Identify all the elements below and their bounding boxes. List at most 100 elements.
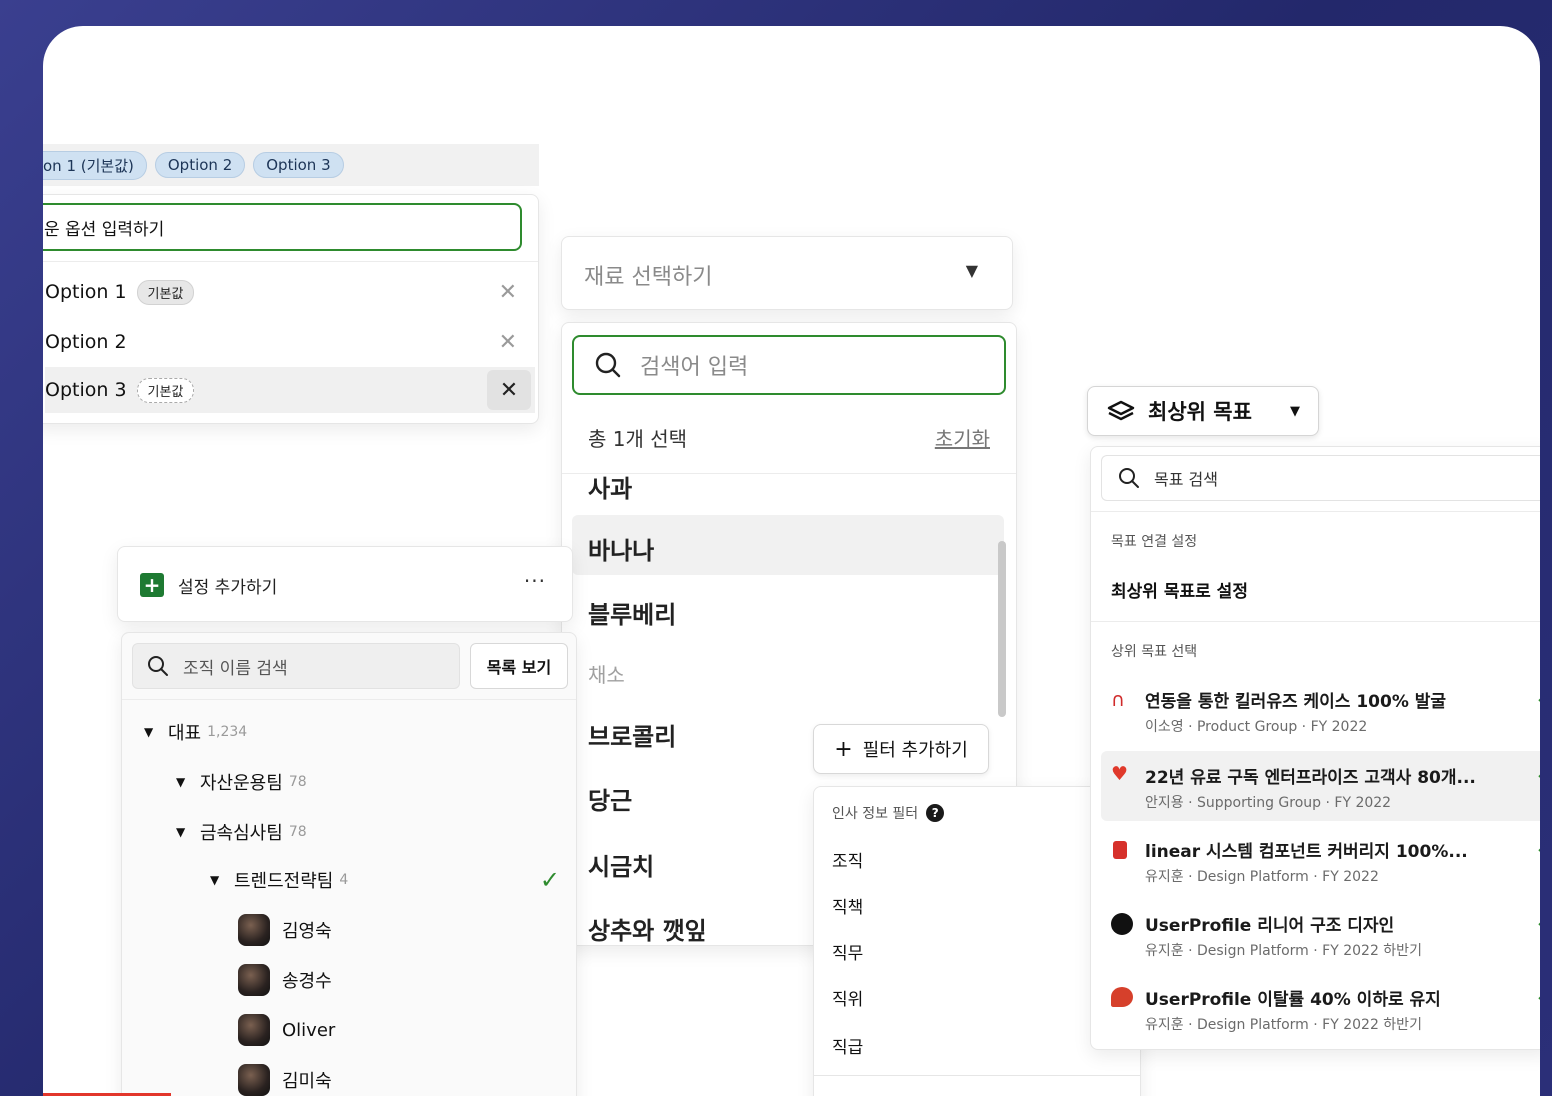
goal-subtitle: 유지훈 · Design Platform · FY 2022 하반기 — [1145, 943, 1422, 959]
tree-node-count: 78 — [288, 774, 307, 790]
default-tag-placeholder[interactable]: 기본값 — [136, 377, 195, 403]
goal-title: UserProfile 리니어 구조 디자인 — [1145, 916, 1395, 936]
tree-node-name: 대표 — [168, 723, 202, 744]
goal-title: 연동을 통한 킬러유즈 케이스 100% 발굴 — [1145, 692, 1447, 712]
filter-section-title: 인사 정보 필터 — [832, 806, 919, 822]
filter-item[interactable]: 직책 — [832, 893, 863, 918]
remove-option-icon[interactable]: ✕ — [499, 330, 517, 355]
goal-item[interactable]: ∩ 연동을 통한 킬러유즈 케이스 100% 발굴 이소영 · Product … — [1101, 677, 1540, 743]
avatar — [238, 1064, 270, 1096]
ingredient-select[interactable]: 재료 선택하기 ▼ — [561, 236, 1013, 310]
option-editor-panel: 운 옵션 입력하기 Option 1 기본값 ✕ Option 2 ✕ Opti… — [43, 194, 539, 424]
more-icon[interactable]: ··· — [524, 569, 546, 593]
goal-search-input[interactable]: 목표 검색 — [1101, 455, 1540, 501]
ingredient-item[interactable]: 상추와 깻잎 — [588, 911, 707, 945]
member-row[interactable]: Oliver — [238, 1013, 335, 1047]
goal-item[interactable]: linear 시스템 컴포넌트 커버리지 100%... 유지훈 · Desig… — [1101, 827, 1540, 893]
check-icon: ✓ — [539, 866, 560, 894]
add-filter-button[interactable]: + 필터 추가하기 — [813, 724, 989, 774]
tree-node-name: 자산운용팀 — [200, 773, 283, 794]
new-option-input[interactable]: 운 옵션 입력하기 — [43, 203, 522, 251]
add-setting-label[interactable]: 설정 추가하기 — [178, 573, 277, 598]
trend-up-icon: ↗ — [1536, 687, 1540, 708]
ingredient-item[interactable]: 당근 — [588, 781, 632, 816]
member-row[interactable]: 송경수 — [238, 963, 332, 997]
layers-icon — [1107, 400, 1135, 421]
filter-item[interactable]: 직무 — [832, 939, 863, 964]
ingredient-item[interactable]: 바나나 — [588, 531, 654, 566]
chip-option-1[interactable]: on 1 (기본값) — [43, 150, 147, 180]
trend-up-icon: ↗ — [1536, 837, 1540, 858]
ingredient-group-label: 채소 — [588, 663, 625, 687]
top-goal-dropdown[interactable]: 최상위 목표 ▼ — [1087, 386, 1319, 436]
option-row[interactable]: Option 1 기본값 ✕ — [45, 275, 525, 309]
avatar — [238, 964, 270, 996]
ingredient-item[interactable]: 사과 — [588, 469, 632, 504]
ingredient-item[interactable]: 브로콜리 — [588, 717, 676, 752]
ingredient-search-input[interactable]: 검색어 입력 — [572, 335, 1006, 395]
member-name: 김미숙 — [282, 1071, 332, 1092]
scrollbar-thumb[interactable] — [998, 541, 1006, 717]
chip-option-2[interactable]: Option 2 — [154, 152, 246, 178]
top-goal-label: 최상위 목표 — [1148, 400, 1252, 424]
chip-bar: on 1 (기본값) Option 2 Option 3 — [43, 144, 539, 186]
chevron-down-icon: ▼ — [965, 261, 978, 280]
goal-subtitle: 유지훈 · Design Platform · FY 2022 하반기 — [1145, 1017, 1422, 1033]
caret-down-icon[interactable]: ▼ — [210, 873, 234, 887]
ping-pong-icon — [1111, 987, 1133, 1007]
member-row[interactable]: 김영숙 — [238, 913, 332, 947]
member-name: Oliver — [282, 1019, 336, 1041]
filter-section-header: 인사 정보 필터 ? — [832, 803, 945, 823]
option-row-hover[interactable]: Option 3 기본값 ✕ — [45, 367, 535, 413]
plus-square-icon[interactable]: + — [140, 573, 164, 597]
avatar — [238, 914, 270, 946]
canvas: on 1 (기본값) Option 2 Option 3 운 옵션 입력하기 O… — [43, 26, 1540, 1096]
list-view-button[interactable]: 목록 보기 — [470, 643, 568, 689]
ingredient-item[interactable]: 블루베리 — [588, 595, 676, 630]
help-icon[interactable]: ? — [926, 804, 945, 822]
remove-option-icon[interactable]: ✕ — [487, 370, 531, 410]
tree-node[interactable]: ▼ 금속심사팀 78 — [176, 817, 307, 847]
member-name: 송경수 — [282, 971, 332, 992]
set-top-goal-option[interactable]: 최상위 목표로 설정 — [1111, 577, 1248, 602]
filter-item[interactable]: 직위 — [832, 985, 863, 1010]
trend-up-icon: ↗ — [1536, 985, 1540, 1006]
tree-node[interactable]: ▼ 자산운용팀 78 — [176, 767, 307, 797]
chip-option-3[interactable]: Option 3 — [253, 152, 344, 178]
search-icon — [1119, 468, 1139, 488]
goal-item[interactable]: UserProfile 이탈률 40% 이하로 유지 유지훈 · Design … — [1101, 975, 1540, 1041]
filter-item[interactable]: 조직 — [832, 847, 863, 872]
org-search-input[interactable]: 조직 이름 검색 — [132, 643, 460, 689]
reset-link[interactable]: 초기화 — [935, 423, 990, 452]
tree-node-selected[interactable]: ▼ 트렌드전략팀 4 ✓ — [210, 865, 560, 895]
ingredient-search-placeholder: 검색어 입력 — [640, 355, 749, 380]
trend-up-icon: ↗ — [1536, 763, 1540, 784]
list-view-label: 목록 보기 — [486, 658, 552, 677]
remove-option-icon[interactable]: ✕ — [499, 280, 517, 305]
ingredient-item[interactable]: 시금치 — [588, 847, 654, 882]
member-row[interactable]: 김미숙 — [238, 1063, 332, 1096]
goal-subtitle: 안지용 · Supporting Group · FY 2022 — [1145, 795, 1392, 811]
caret-down-icon[interactable]: ▼ — [144, 725, 168, 739]
trend-up-icon: ↗ — [1536, 911, 1540, 932]
tree-node-count: 1,234 — [207, 724, 248, 740]
add-setting-card: + 설정 추가하기 ··· — [117, 546, 573, 622]
magnet-icon: ∩ — [1111, 689, 1125, 711]
goal-subtitle: 유지훈 · Design Platform · FY 2022 — [1145, 869, 1379, 885]
search-icon — [148, 656, 168, 676]
caret-down-icon[interactable]: ▼ — [176, 825, 200, 839]
goal-item-hover[interactable]: ♥ 22년 유료 구독 엔터프라이즈 고객사 80개... 안지용 · Supp… — [1101, 751, 1540, 821]
goal-item[interactable]: UserProfile 리니어 구조 디자인 유지훈 · Design Plat… — [1101, 901, 1540, 967]
selection-summary: 총 1개 선택 — [588, 427, 688, 451]
goal-title: linear 시스템 컴포넌트 커버리지 100%... — [1145, 842, 1468, 862]
caret-down-icon[interactable]: ▼ — [176, 775, 200, 789]
tree-node[interactable]: ▼ 대표 1,234 — [144, 717, 247, 747]
tree-node-count: 4 — [339, 872, 349, 888]
filter-item[interactable]: 직급 — [832, 1033, 863, 1058]
default-tag: 기본값 — [136, 279, 195, 305]
option-row[interactable]: Option 2 ✕ — [45, 325, 525, 359]
goal-title: 22년 유료 구독 엔터프라이즈 고객사 80개... — [1145, 768, 1476, 788]
add-filter-label: 필터 추가하기 — [862, 740, 968, 761]
goal-title: UserProfile 이탈률 40% 이하로 유지 — [1145, 990, 1441, 1010]
siren-icon — [1113, 841, 1127, 859]
